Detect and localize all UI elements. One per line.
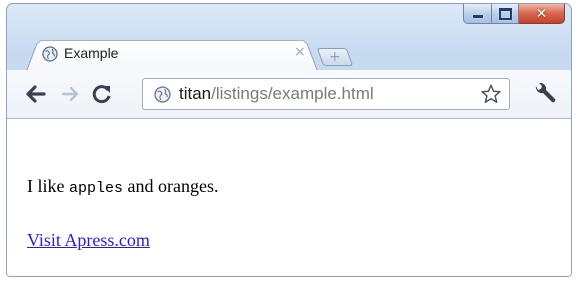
tab-example[interactable]: Example × [26, 37, 318, 71]
maximize-button[interactable] [492, 4, 519, 24]
maximize-icon [498, 7, 512, 20]
paragraph: I like apples and oranges. [27, 176, 218, 197]
page-content: I like apples and oranges. Visit Apress.… [7, 119, 571, 276]
url-path: /listings/example.html [211, 84, 374, 103]
new-tab-button[interactable]: + [316, 48, 354, 66]
minimize-button[interactable] [463, 4, 492, 24]
browser-toolbar: titan/listings/example.html [7, 70, 571, 119]
star-icon[interactable] [480, 83, 502, 105]
minimize-icon [472, 15, 483, 18]
code-apples: apples [69, 180, 124, 197]
close-icon: ✕ [535, 5, 548, 22]
reload-icon [92, 85, 111, 104]
globe-icon [42, 46, 58, 62]
plus-icon: + [329, 49, 341, 65]
globe-icon [154, 86, 171, 103]
wrench-icon[interactable] [532, 82, 558, 106]
tab-close-icon[interactable]: × [294, 44, 306, 60]
address-bar[interactable]: titan/listings/example.html [142, 78, 510, 110]
forward-button[interactable] [57, 81, 83, 107]
reload-button[interactable] [89, 81, 115, 107]
tab-title: Example [64, 45, 119, 61]
window-controls: ✕ [463, 4, 565, 25]
close-window-button[interactable]: ✕ [519, 4, 565, 24]
back-button[interactable] [23, 81, 49, 107]
apress-link[interactable]: Visit Apress.com [27, 230, 150, 251]
forward-arrow-icon [61, 86, 79, 102]
url-text: titan/listings/example.html [179, 84, 374, 104]
text-before: I like [27, 176, 69, 196]
browser-window: ✕ Example × + titan/listings/example.htm… [6, 3, 572, 277]
back-arrow-icon [26, 85, 46, 103]
url-host: titan [179, 84, 212, 103]
text-after: and oranges. [123, 176, 219, 196]
